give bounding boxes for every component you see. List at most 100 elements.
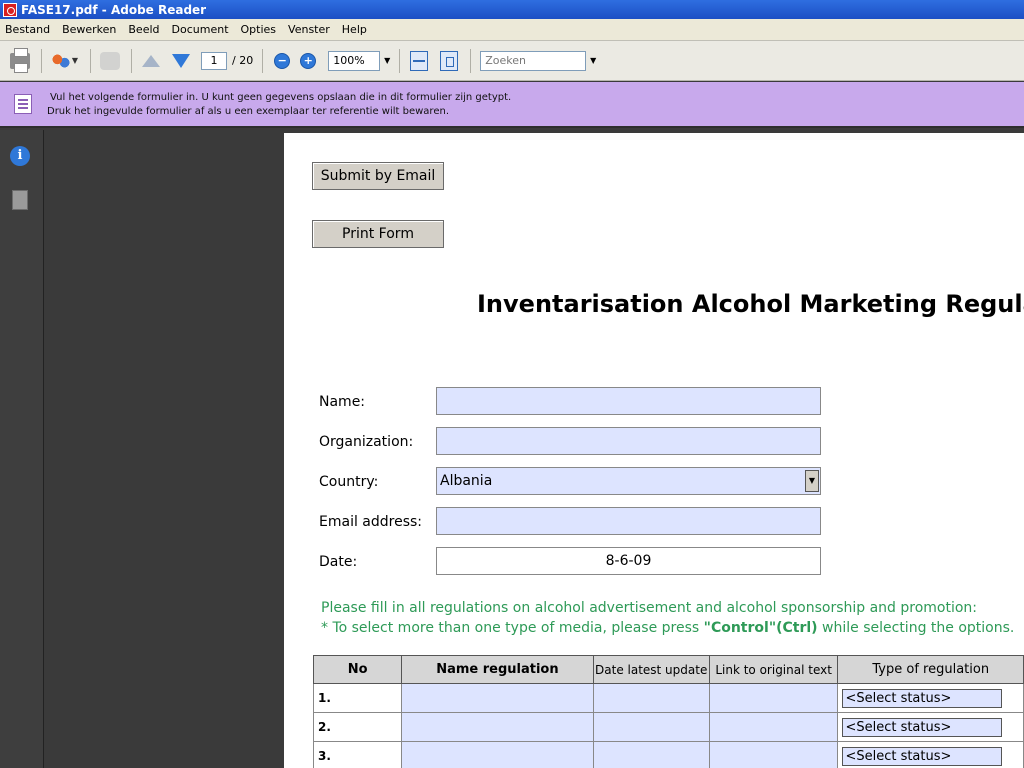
toolbar-separator bbox=[41, 48, 42, 73]
header-link-original-text: Link to original text bbox=[708, 655, 839, 684]
header-name-regulation: Name regulation bbox=[401, 655, 594, 684]
row-number: 3. bbox=[312, 741, 403, 768]
toolbar: ▼ 1 / 20 − + 100% ▼ Zoeken ▼ bbox=[0, 41, 1024, 81]
pdf-page: Submit by Email Print Form Inventarisati… bbox=[284, 133, 1024, 768]
date-update-field[interactable] bbox=[592, 683, 710, 713]
header-no: No bbox=[312, 655, 403, 684]
menu-opties[interactable]: Opties bbox=[241, 23, 277, 36]
toolbar-separator bbox=[470, 48, 472, 73]
instruction-line-2: * To select more than one type of media,… bbox=[321, 620, 1014, 636]
toolbar-separator bbox=[131, 48, 132, 73]
header-date-latest-update: Date latest update bbox=[592, 655, 710, 684]
zoom-in-button[interactable]: + bbox=[294, 47, 322, 75]
window-title: FASE17.pdf - Adobe Reader bbox=[21, 2, 207, 17]
header-type-of-regulation: Type of regulation bbox=[837, 655, 1024, 684]
collaborate-button[interactable]: ▼ bbox=[47, 47, 83, 75]
fit-page-button[interactable] bbox=[435, 47, 463, 75]
previous-page-button[interactable] bbox=[137, 47, 165, 75]
zoom-out-button[interactable]: − bbox=[268, 47, 296, 75]
people-icon bbox=[51, 52, 70, 69]
date-field[interactable]: 8-6-09 bbox=[436, 547, 821, 575]
page-total: / 20 bbox=[232, 54, 254, 67]
search-input[interactable]: Zoeken bbox=[480, 50, 587, 71]
table-row: 2. <Select status> bbox=[312, 712, 1024, 742]
type-cell: <Select status> bbox=[837, 683, 1024, 713]
submit-by-email-button[interactable]: Submit by Email bbox=[312, 162, 444, 190]
regulations-table: No Name regulation Date latest update Li… bbox=[312, 655, 1024, 768]
instruction-text: * To select more than one type of media,… bbox=[321, 620, 704, 636]
pages-icon[interactable] bbox=[12, 187, 32, 210]
document-message-bar: Vul het volgende formulier in. U kunt ge… bbox=[0, 82, 1024, 128]
table-header-row: No Name regulation Date latest update Li… bbox=[312, 655, 1024, 684]
type-select[interactable]: <Select status> bbox=[842, 717, 1003, 737]
row-number: 2. bbox=[312, 712, 403, 742]
type-cell: <Select status> bbox=[837, 712, 1024, 742]
fit-page-icon bbox=[440, 50, 459, 71]
link-field[interactable] bbox=[708, 683, 839, 713]
menu-bar: Bestand Bewerken Beeld Document Opties V… bbox=[0, 19, 1024, 41]
arrow-up-icon bbox=[142, 54, 160, 67]
toolbar-separator bbox=[399, 48, 401, 73]
hand-tool-button[interactable] bbox=[96, 47, 124, 75]
type-select[interactable]: <Select status> bbox=[842, 688, 1003, 708]
toolbar-separator bbox=[262, 48, 264, 73]
country-select[interactable]: Albania ▼ bbox=[436, 467, 821, 495]
organization-field[interactable] bbox=[436, 427, 821, 455]
print-form-button[interactable]: Print Form bbox=[312, 220, 444, 248]
instruction-line-1: Please fill in all regulations on alcoho… bbox=[321, 600, 978, 616]
table-row: 1. <Select status> bbox=[312, 683, 1024, 713]
fit-width-icon bbox=[410, 50, 429, 71]
plus-circle-icon: + bbox=[300, 52, 317, 69]
navigation-pane: i bbox=[0, 130, 44, 768]
menu-help[interactable]: Help bbox=[342, 23, 367, 36]
chevron-down-icon: ▼ bbox=[590, 56, 597, 65]
page-number-input[interactable]: 1 bbox=[201, 51, 227, 70]
minus-circle-icon: − bbox=[274, 52, 291, 69]
link-field[interactable] bbox=[708, 712, 839, 742]
message-line-1: Vul het volgende formulier in. U kunt ge… bbox=[50, 92, 512, 103]
row-number: 1. bbox=[312, 683, 403, 713]
country-value: Albania bbox=[440, 473, 493, 489]
link-field[interactable] bbox=[708, 741, 839, 768]
instruction-text: while selecting the options. bbox=[817, 620, 1015, 636]
zoom-level-input[interactable]: 100% bbox=[328, 50, 381, 71]
chevron-down-icon: ▼ bbox=[384, 56, 391, 65]
toolbar-separator bbox=[90, 48, 91, 73]
name-regulation-field[interactable] bbox=[401, 683, 594, 713]
fit-width-button[interactable] bbox=[405, 47, 433, 75]
next-page-button[interactable] bbox=[167, 47, 195, 75]
form-icon bbox=[14, 94, 32, 114]
menu-document[interactable]: Document bbox=[172, 23, 229, 36]
name-regulation-field[interactable] bbox=[401, 741, 594, 768]
date-update-field[interactable] bbox=[592, 741, 710, 768]
printer-icon bbox=[10, 47, 30, 73]
hand-icon bbox=[100, 51, 120, 70]
date-update-field[interactable] bbox=[592, 712, 710, 742]
menu-bestand[interactable]: Bestand bbox=[5, 23, 50, 36]
country-label: Country: bbox=[319, 474, 379, 490]
menu-venster[interactable]: Venster bbox=[288, 23, 330, 36]
window-title-bar: FASE17.pdf - Adobe Reader bbox=[0, 0, 1024, 19]
message-line-2: Druk het ingevulde formulier af als u ee… bbox=[47, 106, 449, 117]
adobe-reader-icon bbox=[3, 2, 17, 17]
name-regulation-field[interactable] bbox=[401, 712, 594, 742]
date-label: Date: bbox=[319, 554, 358, 570]
name-label: Name: bbox=[319, 394, 366, 410]
print-button[interactable] bbox=[6, 47, 34, 75]
arrow-down-icon bbox=[172, 53, 190, 68]
name-field[interactable] bbox=[436, 387, 821, 415]
search-dropdown-button[interactable]: ▼ bbox=[586, 51, 600, 71]
email-field[interactable] bbox=[436, 507, 821, 535]
email-label: Email address: bbox=[319, 514, 423, 530]
chevron-down-icon[interactable]: ▼ bbox=[805, 470, 819, 492]
chevron-down-icon: ▼ bbox=[71, 56, 79, 65]
info-icon[interactable]: i bbox=[10, 146, 30, 166]
menu-bewerken[interactable]: Bewerken bbox=[62, 23, 116, 36]
type-cell: <Select status> bbox=[837, 741, 1024, 768]
type-select[interactable]: <Select status> bbox=[842, 746, 1003, 766]
instruction-key: "Control"(Ctrl) bbox=[703, 620, 818, 636]
menu-beeld[interactable]: Beeld bbox=[128, 23, 159, 36]
form-title: Inventarisation Alcohol Marketing Regula… bbox=[477, 290, 1024, 318]
table-row: 3. <Select status> bbox=[312, 741, 1024, 768]
zoom-dropdown-button[interactable]: ▼ bbox=[380, 51, 394, 71]
